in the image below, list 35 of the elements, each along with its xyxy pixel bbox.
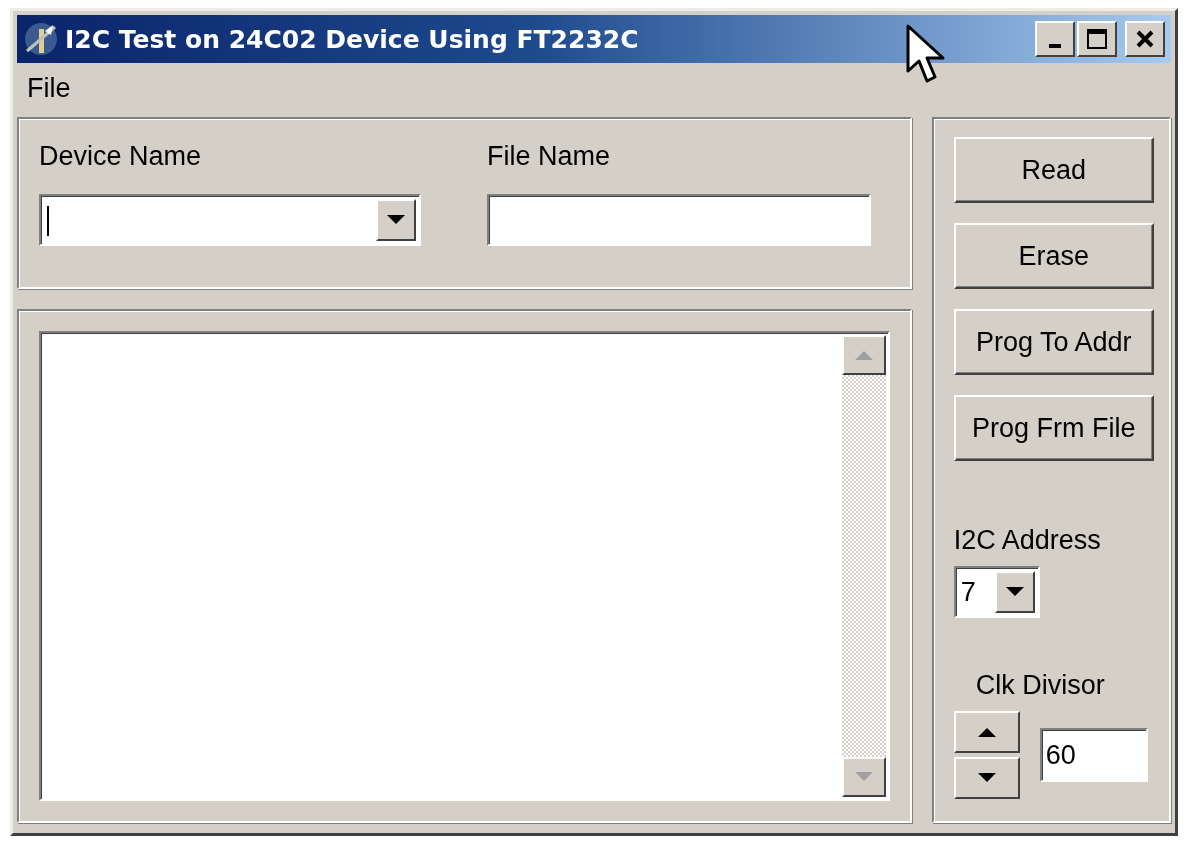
maximize-icon [1086,28,1108,50]
file-name-label: File Name [487,141,612,172]
close-icon [1135,29,1155,49]
clk-divisor-field[interactable]: 60 [1039,728,1148,782]
clk-divisor-label: Clk Divisor [975,670,1106,701]
i2c-address-dropdown[interactable]: 7 [953,566,1040,618]
file-name-field[interactable] [487,194,871,246]
down-arrow-icon [1005,587,1024,597]
dropdown-button[interactable] [376,199,416,241]
action-button[interactable]: Prog Frm File [953,395,1154,461]
action-button[interactable]: Read [953,137,1154,203]
down-arrow-icon [387,215,405,225]
window-title: I2C Test on 24C02 Device Using FT2232C [65,24,639,54]
action-button[interactable]: Erase [953,223,1154,289]
scrollbar[interactable] [841,335,886,797]
scroll-down-button[interactable] [841,757,886,797]
menu-item[interactable]: File [23,72,75,104]
scroll-up-button[interactable] [841,335,886,375]
text-cursor [47,206,49,236]
up-arrow-icon [977,727,996,737]
spin-down-button[interactable] [953,757,1020,799]
maximize-button[interactable] [1077,21,1117,57]
minimize-icon [1049,44,1061,48]
down-arrow-icon [854,772,873,782]
minimize-button[interactable] [1035,21,1075,57]
down-arrow-icon [977,773,996,783]
dropdown-button[interactable] [994,571,1035,613]
spin-up-button[interactable] [953,711,1020,753]
close-button[interactable] [1125,21,1165,57]
app-icon [23,21,59,57]
i2c-address-label: I2C Address [953,525,1102,556]
device-name-dropdown[interactable] [39,194,421,246]
up-arrow-icon [854,350,873,360]
device-name-label: Device Name [39,141,203,172]
action-button[interactable]: Prog To Addr [953,309,1154,375]
